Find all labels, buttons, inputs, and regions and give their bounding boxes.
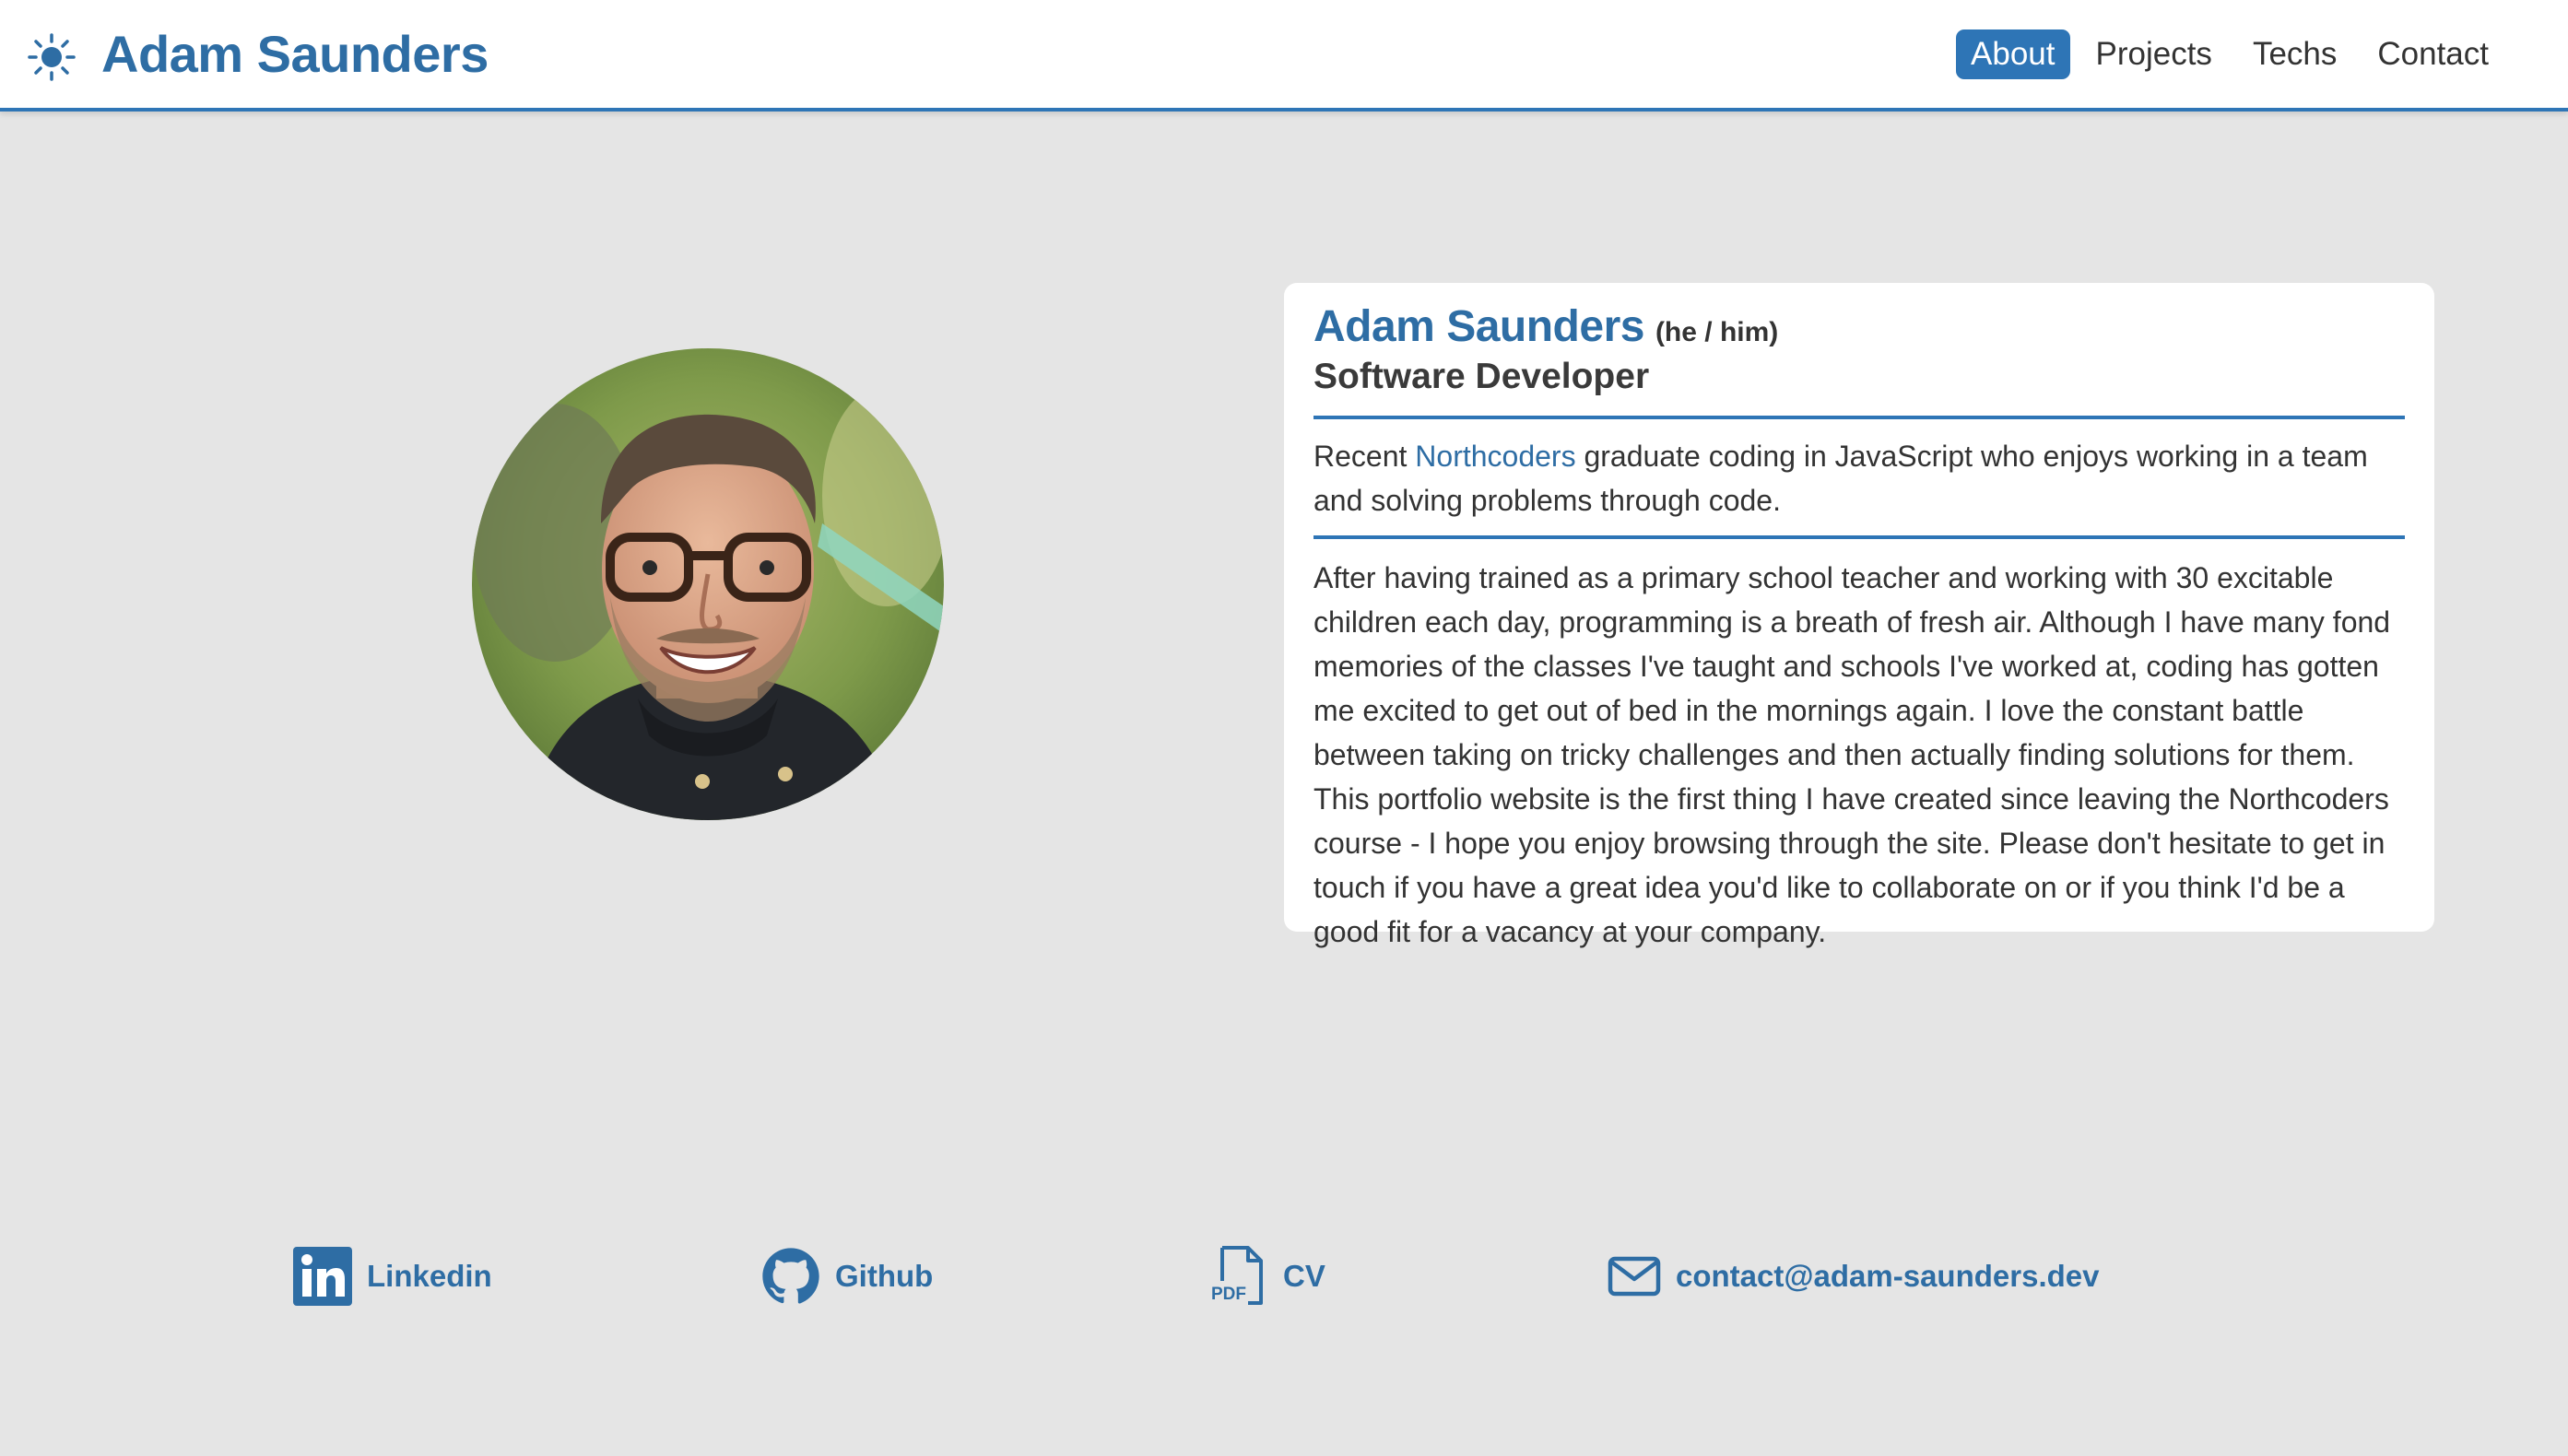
email-link[interactable]: contact@adam-saunders.dev <box>1608 1244 2100 1309</box>
pronouns: (he / him) <box>1655 317 1779 347</box>
github-link[interactable]: Github <box>761 1244 933 1309</box>
about-card: Adam Saunders (he / him) Software Develo… <box>1284 283 2434 948</box>
card-name: Adam Saunders <box>1313 302 1644 351</box>
nav-menu: About Projects Techs Contact <box>1956 29 2503 79</box>
card-heading: Adam Saunders (he / him) <box>1313 301 2405 355</box>
bio-text: After having trained as a primary school… <box>1313 561 2391 948</box>
nav-link-about[interactable]: About <box>1956 29 2070 79</box>
intro-prefix: Recent <box>1313 440 1416 473</box>
nav-link-projects[interactable]: Projects <box>2081 29 2227 79</box>
email-label: contact@adam-saunders.dev <box>1676 1259 2100 1293</box>
site-brand[interactable]: Adam Saunders <box>101 24 489 84</box>
sun-icon[interactable] <box>26 31 77 83</box>
mail-icon <box>1608 1256 1661 1297</box>
linkedin-icon <box>293 1247 352 1306</box>
cv-label: CV <box>1283 1259 1325 1293</box>
nav-link-techs[interactable]: Techs <box>2238 29 2351 79</box>
job-title: Software Developer <box>1313 357 1650 396</box>
pdf-file-icon: PDF <box>1209 1244 1268 1309</box>
github-icon <box>761 1247 820 1306</box>
profile-photo <box>472 348 944 820</box>
github-label: Github <box>835 1259 934 1293</box>
divider <box>1313 535 2405 539</box>
linkedin-label: Linkedin <box>367 1259 492 1293</box>
nav-link-contact[interactable]: Contact <box>2362 29 2503 79</box>
linkedin-link[interactable]: Linkedin <box>293 1244 492 1309</box>
divider <box>1313 416 2405 419</box>
intro-text: Recent Northcoders graduate coding in Ja… <box>1313 434 2405 523</box>
cv-link[interactable]: PDF CV <box>1209 1244 1325 1309</box>
top-navbar: Adam Saunders About Projects Techs Conta… <box>0 0 2568 112</box>
pdf-badge: PDF <box>1209 1285 1248 1305</box>
northcoders-link[interactable]: Northcoders <box>1415 440 1575 473</box>
